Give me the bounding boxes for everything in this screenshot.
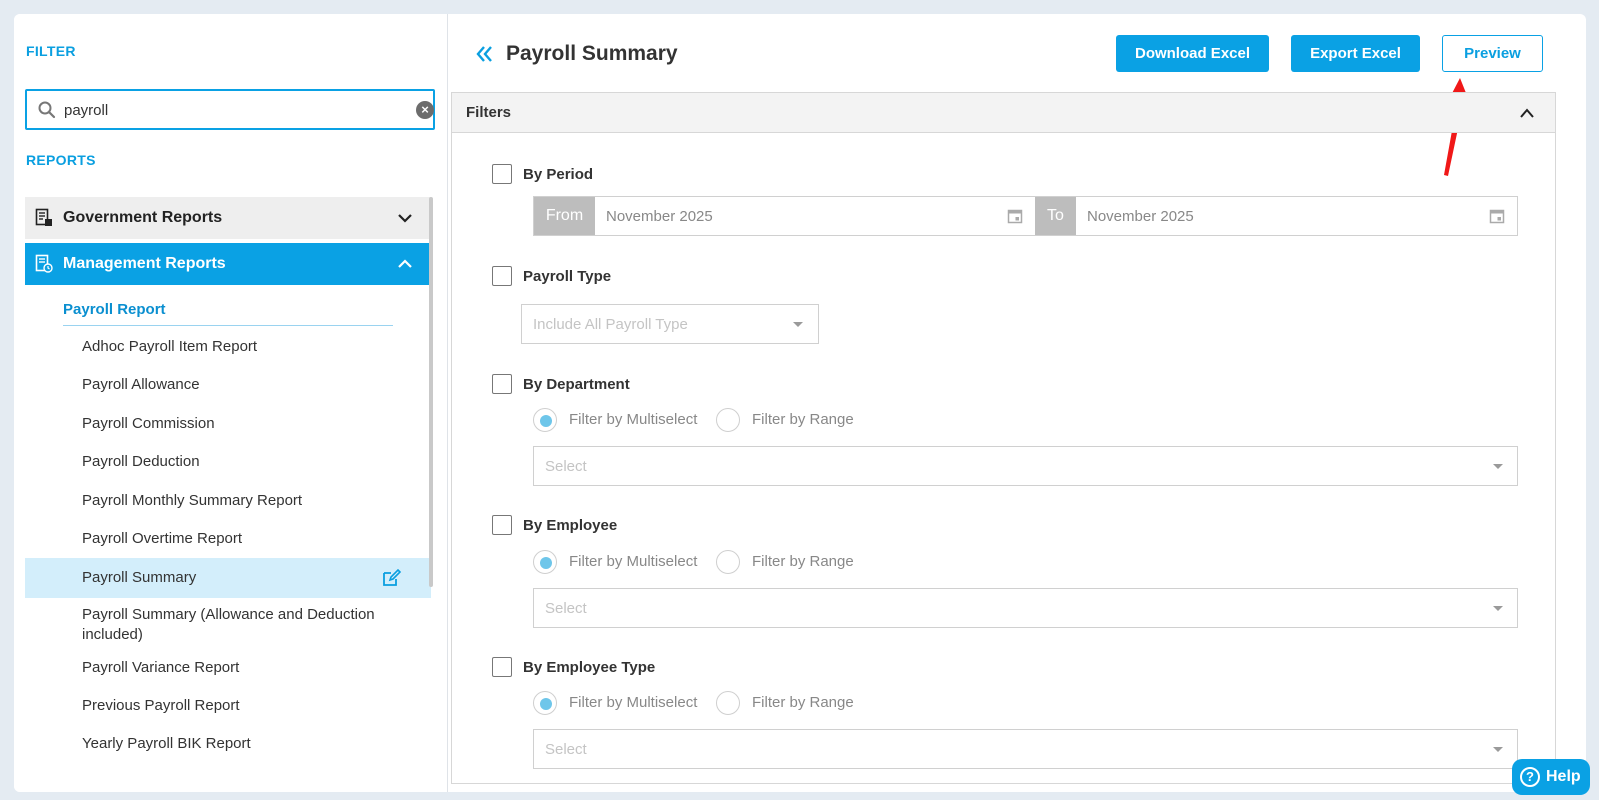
list-item-label: Payroll Summary <box>82 569 197 586</box>
payroll-type-placeholder: Include All Payroll Type <box>533 316 688 333</box>
department-select[interactable]: Select <box>533 446 1518 486</box>
to-date-value[interactable]: November 2025 <box>1087 208 1194 225</box>
by-period-label: By Period <box>523 166 594 183</box>
category-government-reports[interactable]: Government Reports <box>25 197 431 239</box>
category-management-reports[interactable]: Management Reports <box>25 243 431 285</box>
list-item[interactable]: Yearly Payroll BIK Report <box>25 726 431 764</box>
chevron-up-icon[interactable] <box>397 257 413 271</box>
reports-title: REPORTS <box>26 152 96 168</box>
department-multiselect-radio[interactable] <box>533 408 557 432</box>
radio-label: Filter by Range <box>752 553 854 570</box>
preview-button[interactable]: Preview <box>1442 35 1543 72</box>
filter-title: FILTER <box>26 43 76 59</box>
list-item[interactable]: Adhoc Payroll Item Report <box>25 328 431 366</box>
edit-icon[interactable] <box>382 569 402 587</box>
chevron-up-icon[interactable] <box>1519 107 1535 119</box>
by-employee-type-label: By Employee Type <box>523 659 656 676</box>
help-button[interactable]: ? Help <box>1512 759 1590 795</box>
list-item-label: Payroll Overtime Report <box>82 530 243 547</box>
radio-label: Filter by Multiselect <box>569 694 698 711</box>
search-input[interactable] <box>64 99 394 121</box>
search-icon <box>38 101 56 119</box>
list-item-label: Payroll Monthly Summary Report <box>82 492 303 509</box>
from-tag: From <box>534 197 595 235</box>
department-range-radio[interactable] <box>716 408 740 432</box>
list-item-label: Payroll Deduction <box>82 453 200 470</box>
employee-range-radio[interactable] <box>716 550 740 574</box>
question-icon: ? <box>1520 767 1540 787</box>
by-department-checkbox[interactable] <box>492 374 512 394</box>
to-tag: To <box>1035 197 1076 235</box>
from-date-value[interactable]: November 2025 <box>606 208 713 225</box>
list-item[interactable]: Payroll Allowance <box>25 366 431 404</box>
payroll-type-label: Payroll Type <box>523 268 612 285</box>
list-item[interactable]: Payroll Commission <box>25 405 431 443</box>
filters-panel: Filters By Period From November 2025 To … <box>451 92 1556 784</box>
select-placeholder: Select <box>545 458 587 475</box>
payroll-type-checkbox[interactable] <box>492 266 512 286</box>
by-department-label: By Department <box>523 376 630 393</box>
search-box[interactable]: × <box>25 89 435 130</box>
radio-label: Filter by Range <box>752 411 854 428</box>
report-document-icon <box>35 208 52 226</box>
employee-type-multiselect-radio[interactable] <box>533 691 557 715</box>
calendar-icon[interactable] <box>1007 208 1023 224</box>
category-label: Government Reports <box>63 209 223 226</box>
payroll-type-select[interactable]: Include All Payroll Type <box>521 304 819 344</box>
list-item-label: Payroll Summary (Allowance and Deduction… <box>82 606 375 643</box>
list-item[interactable]: Payroll Overtime Report <box>25 520 431 558</box>
list-item[interactable]: Payroll Deduction <box>25 443 431 481</box>
radio-label: Filter by Range <box>752 694 854 711</box>
list-item-label: Adhoc Payroll Item Report <box>82 338 258 355</box>
list-item-active[interactable]: Payroll Summary <box>25 558 431 598</box>
caret-down-icon <box>1493 747 1503 752</box>
by-period-checkbox[interactable] <box>492 164 512 184</box>
by-employee-type-checkbox[interactable] <box>492 657 512 677</box>
report-clock-icon <box>35 254 53 273</box>
caret-down-icon <box>1493 606 1503 611</box>
employee-select[interactable]: Select <box>533 588 1518 628</box>
employee-type-range-radio[interactable] <box>716 691 740 715</box>
employee-multiselect-radio[interactable] <box>533 550 557 574</box>
employee-type-select[interactable]: Select <box>533 729 1518 769</box>
radio-label: Filter by Multiselect <box>569 411 698 428</box>
subcategory-divider <box>63 325 393 326</box>
calendar-icon[interactable] <box>1489 208 1505 224</box>
select-placeholder: Select <box>545 741 587 758</box>
sidebar: FILTER × REPORTS Government Reports <box>14 14 448 792</box>
app-card: FILTER × REPORTS Government Reports <box>14 14 1586 792</box>
clear-search-icon[interactable]: × <box>416 101 434 119</box>
filters-header[interactable]: Filters <box>452 93 1555 133</box>
caret-down-icon <box>793 322 803 327</box>
radio-label: Filter by Multiselect <box>569 553 698 570</box>
main-content: Payroll Summary Download Excel Export Ex… <box>449 14 1586 792</box>
help-label: Help <box>1546 768 1581 785</box>
chevron-down-icon[interactable] <box>397 211 413 225</box>
list-item[interactable]: Payroll Monthly Summary Report <box>25 482 431 520</box>
period-range: From November 2025 To November 2025 <box>533 196 1518 236</box>
by-employee-label: By Employee <box>523 517 618 534</box>
list-item-label: Yearly Payroll BIK Report <box>82 735 251 752</box>
list-item[interactable]: Payroll Variance Report <box>25 650 431 688</box>
download-excel-button[interactable]: Download Excel <box>1116 35 1269 72</box>
sidebar-scrollbar[interactable] <box>429 197 433 587</box>
list-item-label: Payroll Variance Report <box>82 659 240 676</box>
double-chevron-left-icon[interactable] <box>475 44 495 64</box>
list-item-label: Payroll Allowance <box>82 376 200 393</box>
select-placeholder: Select <box>545 600 587 617</box>
export-excel-button[interactable]: Export Excel <box>1291 35 1420 72</box>
by-employee-checkbox[interactable] <box>492 515 512 535</box>
category-label: Management Reports <box>63 255 226 272</box>
list-item[interactable]: Payroll Summary (Allowance and Deduction… <box>25 598 431 650</box>
list-item[interactable]: Previous Payroll Report <box>25 688 431 726</box>
filters-title: Filters <box>466 104 512 121</box>
caret-down-icon <box>1493 464 1503 469</box>
list-item-label: Previous Payroll Report <box>82 697 240 714</box>
page-title: Payroll Summary <box>506 42 678 65</box>
subcategory-payroll-report[interactable]: Payroll Report <box>63 301 166 318</box>
list-item-label: Payroll Commission <box>82 415 215 432</box>
